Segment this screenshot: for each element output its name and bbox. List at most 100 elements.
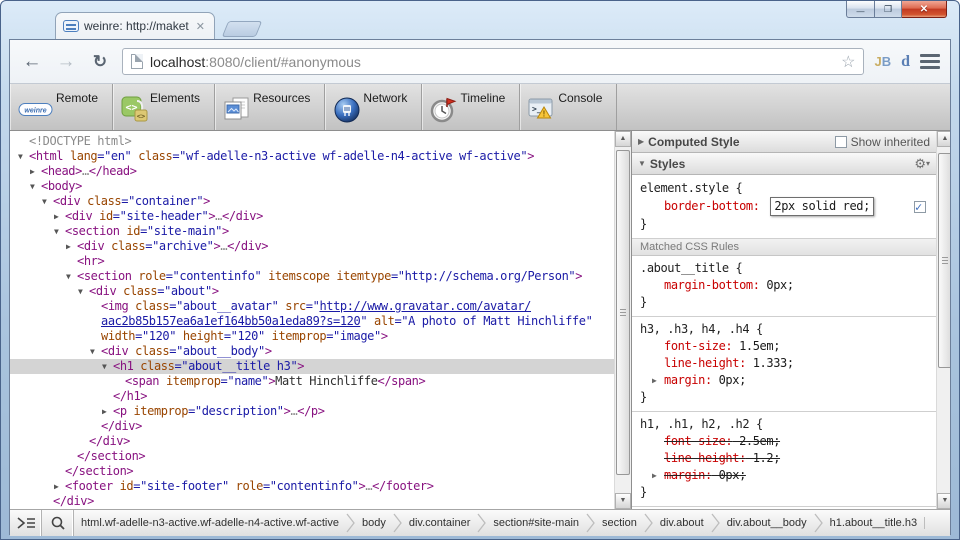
panel-button-resources[interactable]: Resources [215,84,326,130]
dom-tree-node[interactable]: ▼ <div class="about"> [10,284,614,299]
collapsed-arrow-icon[interactable]: ▶ [638,137,644,146]
titlebar[interactable]: weinre: http://maketea.co ✕ [9,1,951,39]
collapse-arrow-icon[interactable]: ▼ [54,224,65,239]
panel-button-network[interactable]: Network [325,84,423,130]
breadcrumb-item[interactable]: h1.about__title.h3 [823,517,926,529]
dom-tree-node[interactable]: ▼ <div class="about__body"> [10,344,614,359]
expand-arrow-icon[interactable]: ▶ [102,404,113,419]
expand-shorthand-icon[interactable]: ▶ [652,467,657,484]
close-button[interactable] [902,1,947,18]
computed-style-header[interactable]: ▶ Computed Style Show inherited [632,131,936,153]
rule-property[interactable]: margin-bottom: 0px; [640,277,930,294]
url-field[interactable]: localhost:8080/client/#anonymous [122,48,865,75]
scroll-down-icon[interactable]: ▼ [615,493,631,509]
element-style-property[interactable]: border-bottom: 2px solid red; [640,197,930,216]
dom-tree-node[interactable]: ▼ <div class="container"> [10,194,614,209]
dom-tree-node[interactable]: ▶ <div id="site-header">…</div> [10,209,614,224]
show-inherited-checkbox[interactable] [834,135,847,148]
dom-tree-node[interactable]: ▶ <div class="archive">…</div> [10,239,614,254]
url-text[interactable]: localhost:8080/client/#anonymous [150,54,834,70]
browser-tab[interactable]: weinre: http://maketea.co ✕ [55,12,215,39]
dom-tree-node[interactable]: ▼ <section role="contentinfo" itemscope i… [10,269,614,284]
rule-selector[interactable]: h3, .h3, h4, .h4 { [640,321,930,338]
dom-tree-node[interactable]: </div> [10,494,614,509]
menu-icon[interactable] [920,54,940,69]
collapse-arrow-icon[interactable]: ▼ [78,284,89,299]
breadcrumb-item[interactable]: body [355,517,393,529]
maximize-button[interactable] [875,1,902,18]
collapse-arrow-icon[interactable]: ▼ [18,149,29,164]
extension-d-icon[interactable]: d [901,53,910,71]
dom-tree-node[interactable]: ▼ <body> [10,179,614,194]
rule-selector[interactable]: h1, .h1, h2, .h2 { [640,416,930,433]
gear-icon[interactable]: ⚙ [914,156,930,172]
scrollbar-thumb[interactable] [616,150,630,475]
back-icon[interactable] [20,51,44,73]
breadcrumb-item[interactable]: div.about__body [720,517,814,529]
property-name[interactable]: border-bottom: [664,199,760,213]
panel-button-timeline[interactable]: Timeline [422,84,521,130]
dom-tree-node[interactable]: <hr> [10,254,614,269]
bookmark-star-icon[interactable] [841,52,855,72]
minimize-button[interactable] [846,1,875,18]
property-enabled-checkbox[interactable] [914,199,926,216]
rule-property[interactable]: line-height: 1.2; [640,450,930,467]
rule-property[interactable]: ▶ margin: 0px; [640,467,930,484]
dom-tree-node[interactable]: <span itemprop="name">Matt Hinchliffe</s… [10,374,614,389]
rule-property[interactable]: line-height: 1.333; [640,355,930,372]
styles-header[interactable]: ▼ Styles ⚙ [632,153,936,175]
collapse-arrow-icon[interactable]: ▼ [66,269,77,284]
dom-tree-node-selected[interactable]: ▼ <h1 class="about__title h3"> [10,359,614,374]
rule-property[interactable]: font-size: 2.5em; [640,433,930,450]
panel-button-elements[interactable]: <> <> Elements [113,84,216,130]
dom-tree-node[interactable]: </div> [10,434,614,449]
breadcrumb-item[interactable]: div.container [402,517,478,529]
dom-tree-node[interactable]: aac2b85b157ea6a1ef164bb50a1eda89?s=120" … [10,314,614,329]
dom-tree-node[interactable]: </div> [10,419,614,434]
expand-arrow-icon[interactable]: ▶ [54,479,65,494]
dom-tree-scrollbar[interactable]: ▲ ▼ [614,131,631,509]
collapse-arrow-icon[interactable]: ▼ [90,344,101,359]
breadcrumb-item[interactable]: div.about [653,517,711,529]
rule-selector[interactable]: .about__title { [640,260,930,277]
collapse-arrow-icon[interactable]: ▼ [102,359,113,374]
panel-button-console[interactable]: >_! Console [520,84,618,130]
reload-icon[interactable] [88,51,112,73]
breadcrumb-item[interactable]: section [595,517,644,529]
expand-arrow-icon[interactable]: ▶ [54,209,65,224]
expand-arrow-icon[interactable]: ▶ [66,239,77,254]
dom-tree-node[interactable]: ▶ <footer id="site-footer" role="contenti… [10,479,614,494]
scrollbar-thumb[interactable] [938,153,950,368]
dom-tree-node[interactable]: </section> [10,449,614,464]
dom-tree-node[interactable]: <img class="about__avatar" src="http://w… [10,299,614,314]
breadcrumb-item[interactable]: section#site-main [486,517,586,529]
sidebar-scrollbar[interactable]: ▲ ▼ [936,131,950,509]
scroll-down-icon[interactable]: ▼ [937,493,950,509]
breadcrumb-item[interactable]: html.wf-adelle-n3-active.wf-adelle-n4-ac… [74,517,346,529]
expand-shorthand-icon[interactable]: ▶ [652,372,657,389]
dom-tree-node[interactable]: ▶ <p itemprop="description">…</p> [10,404,614,419]
expanded-arrow-icon[interactable]: ▼ [638,159,646,168]
inspect-search-button[interactable] [42,510,74,536]
scroll-up-icon[interactable]: ▲ [937,131,950,147]
tab-close-icon[interactable]: ✕ [194,20,207,33]
collapse-arrow-icon[interactable]: ▼ [42,194,53,209]
forward-icon[interactable] [54,51,78,73]
dom-tree-node[interactable]: </h1> [10,389,614,404]
panel-button-remote[interactable]: weinre Remote [10,84,114,130]
collapse-arrow-icon[interactable]: ▼ [30,179,41,194]
dom-tree-node[interactable]: width="120" height="120" itemprop="image… [10,329,614,344]
toggle-console-button[interactable] [10,510,42,536]
dom-tree-node[interactable]: <!DOCTYPE html> [10,134,614,149]
dom-tree-node[interactable]: ▼ <section id="site-main"> [10,224,614,239]
dom-tree-node[interactable]: </section> [10,464,614,479]
dom-tree-node[interactable]: ▼ <html lang="en" class="wf-adelle-n3-act… [10,149,614,164]
rule-property[interactable]: font-size: 1.5em; [640,338,930,355]
dom-tree-node[interactable]: ▶ <head>…</head> [10,164,614,179]
new-tab-button[interactable] [221,21,263,37]
extension-jb-icon[interactable]: JB [874,54,891,69]
property-value-editor[interactable]: 2px solid red; [770,197,874,216]
scroll-up-icon[interactable]: ▲ [615,131,631,147]
expand-arrow-icon[interactable]: ▶ [30,164,41,179]
rule-property[interactable]: ▶ margin: 0px; [640,372,930,389]
